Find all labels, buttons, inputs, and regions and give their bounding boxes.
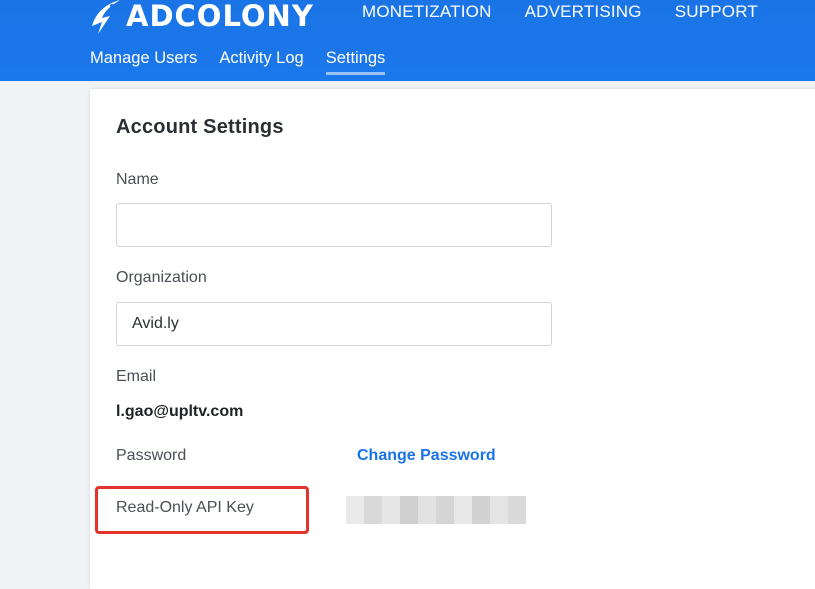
change-password-link[interactable]: Change Password	[357, 447, 496, 465]
page-title: Account Settings	[116, 116, 284, 138]
brand-logo[interactable]: ADCOLONY	[88, 0, 314, 36]
organization-input[interactable]	[116, 302, 552, 346]
password-label: Password	[116, 447, 187, 464]
tab-activity-log[interactable]: Activity Log	[219, 47, 303, 77]
topnav-support[interactable]: SUPPORT	[675, 2, 758, 22]
api-key-label: Read-Only API Key	[116, 499, 254, 516]
tab-manage-users[interactable]: Manage Users	[90, 47, 197, 77]
adcolony-logo-icon	[92, 0, 120, 34]
top-header: ADCOLONY MONETIZATION ADVERTISING SUPPOR…	[0, 0, 815, 81]
name-label: Name	[116, 171, 159, 188]
api-key-value-redacted	[346, 496, 526, 524]
topnav-monetization[interactable]: MONETIZATION	[362, 2, 492, 22]
email-label: Email	[116, 368, 157, 385]
brand-name: ADCOLONY	[126, 0, 314, 33]
organization-label: Organization	[116, 269, 207, 286]
topnav-advertising[interactable]: ADVERTISING	[525, 2, 642, 22]
email-value: l.gao@upltv.com	[116, 403, 244, 420]
top-navigation: MONETIZATION ADVERTISING SUPPORT	[362, 0, 791, 24]
tab-settings[interactable]: Settings	[325, 47, 385, 77]
sub-navigation: Manage Users Activity Log Settings	[90, 47, 407, 79]
account-settings-card: Account Settings Name Organization Email…	[90, 89, 815, 589]
name-input[interactable]	[116, 203, 552, 247]
